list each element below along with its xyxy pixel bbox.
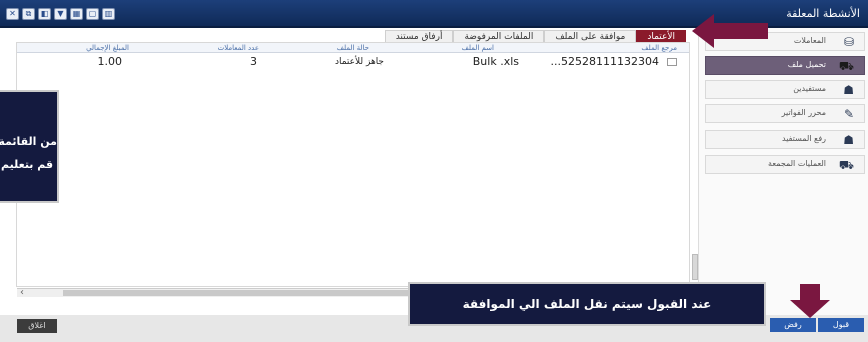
arrow-down-icon	[790, 284, 830, 318]
header-file-ref[interactable]: مرجع الملف	[641, 43, 677, 53]
sidebar: ⛁ المعاملات ⛟ تحميل ملف ☗ مستفيدين ✎ محر…	[698, 28, 868, 315]
cell-file-ref: ...52528111132304	[550, 55, 659, 68]
invoice-icon: ✎	[843, 107, 854, 121]
files-table: مرجع الملف اسم الملف حالة الملف عدد المع…	[16, 42, 691, 298]
scroll-left-icon[interactable]: ‹	[20, 287, 24, 298]
sidebar-item-label: العمليات المجمعة	[768, 159, 826, 168]
tab-attach-document[interactable]: أرفاق مستند	[384, 30, 454, 42]
sidebar-item-label: مستفيدين	[793, 84, 826, 93]
close-window-icon[interactable]: ✕	[6, 8, 19, 20]
instruction-callout-bottom: عند القبول سيتم نقل الملف الي الموافقة	[408, 282, 766, 326]
row-checkbox[interactable]	[667, 58, 677, 66]
sidebar-item-invoice-editor[interactable]: ✎ محرر الفواتير	[705, 104, 865, 123]
header-total-amount[interactable]: المبلغ الإجمالي	[86, 43, 129, 53]
sidebar-item-label: محرر الفواتير	[781, 108, 826, 117]
users-icon: ☗	[843, 83, 854, 97]
cell-file-status: جاهز للأعتماد	[334, 57, 384, 67]
accept-button[interactable]: قبول	[818, 318, 864, 332]
header-tx-count[interactable]: عدد المعاملات	[218, 43, 259, 53]
cell-tx-count: 3	[250, 55, 257, 68]
arrow-left-icon	[692, 14, 768, 48]
bulk-icon: ⛟	[838, 158, 854, 172]
sidebar-item-label: المعاملات	[793, 36, 826, 45]
layout-icon[interactable]: ◧	[38, 8, 51, 20]
close-button[interactable]: اغلاق	[17, 319, 57, 333]
header-file-status[interactable]: حالة الملف	[337, 43, 369, 53]
header-file-name[interactable]: اسم الملف	[462, 43, 494, 53]
sidebar-item-upload-file[interactable]: ⛟ تحميل ملف	[705, 56, 865, 75]
tab-bar: الأعتماد موافقة على الملف الملفات المرفو…	[12, 28, 692, 42]
filter-icon[interactable]: ▼	[54, 8, 67, 20]
bank-icon: ⛁	[843, 35, 854, 49]
callout-line-2: قم بتعليم	[1, 158, 54, 171]
table-row[interactable]: ...52528111132304 Bulk .xls جاهز للأعتما…	[17, 55, 689, 69]
table-header: مرجع الملف اسم الملف حالة الملف عدد المع…	[17, 43, 689, 53]
sidebar-item-upload-beneficiary[interactable]: ☗ رفع المستفيد	[705, 130, 865, 149]
restore-icon[interactable]: ⧉	[22, 8, 35, 20]
instruction-callout-left: من القائمة قم بتعليم	[0, 90, 59, 203]
window-controls: ✕ ⧉ ◧ ▼ ▦ ▢ ▥	[6, 8, 115, 20]
cell-file-name: Bulk .xls	[472, 55, 519, 68]
truck-icon: ⛟	[838, 59, 854, 73]
tab-approval[interactable]: الأعتماد	[636, 30, 686, 42]
tab-rejected-files[interactable]: الملفات المرفوضة	[453, 30, 545, 42]
sidebar-item-label: رفع المستفيد	[782, 134, 826, 143]
tab-file-consent[interactable]: موافقة على الملف	[544, 30, 637, 42]
add-user-icon: ☗	[843, 133, 854, 147]
sidebar-collapse-handle[interactable]	[692, 254, 698, 280]
grid-icon[interactable]: ▦	[70, 8, 83, 20]
sidebar-item-bulk-operations[interactable]: ⛟ العمليات المجمعة	[705, 155, 865, 174]
sidebar-item-beneficiaries[interactable]: ☗ مستفيدين	[705, 80, 865, 99]
export-icon[interactable]: ▥	[102, 8, 115, 20]
minimize-icon[interactable]: ▢	[86, 8, 99, 20]
cell-total-amount: 1.00	[97, 55, 123, 68]
sidebar-item-label: تحميل ملف	[787, 60, 826, 69]
app-title: الأنشطة المعلقة	[786, 7, 860, 20]
callout-line-1: من القائمة	[0, 135, 57, 148]
reject-button[interactable]: رفض	[770, 318, 816, 332]
